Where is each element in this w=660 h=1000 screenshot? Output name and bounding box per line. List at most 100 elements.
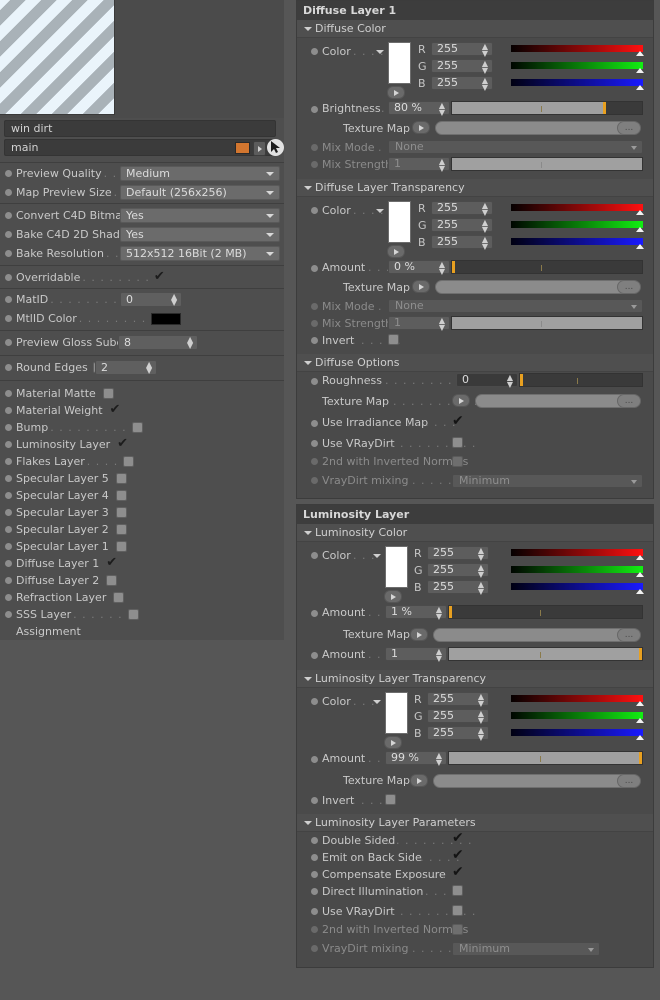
input-r[interactable]: 255 ▲ ▼ [427, 546, 489, 562]
gradient-r[interactable] [511, 204, 643, 211]
spinner-icon[interactable]: ▲ ▼ [436, 752, 442, 767]
toggle-dot-icon[interactable] [311, 106, 318, 113]
layer-toggle-checkbox[interactable] [115, 524, 127, 535]
layer-color-swatch[interactable] [235, 142, 250, 154]
gradient-r[interactable] [511, 695, 643, 702]
gradient-handle-g[interactable] [636, 718, 644, 723]
slider-amount[interactable] [451, 260, 643, 274]
swatch-mtlid-color[interactable] [151, 312, 182, 325]
spinner-icon[interactable]: ▲ ▼ [507, 374, 513, 389]
spinner-icon[interactable]: ▲ ▼ [171, 293, 177, 307]
input-mix-strength[interactable]: 1 ▲ ▼ [388, 157, 450, 173]
combo-preview-quality[interactable]: Medium [120, 166, 280, 181]
expand-color-button[interactable] [387, 86, 405, 99]
spinner-icon[interactable]: ▲ ▼ [482, 236, 488, 251]
toggle-dot-icon[interactable] [5, 231, 12, 238]
gradient-b[interactable] [511, 729, 643, 736]
texture-expand-button[interactable] [412, 280, 430, 293]
gradient-handle-b[interactable] [636, 244, 644, 249]
input-brightness[interactable]: 80 % ▲ ▼ [388, 101, 450, 117]
input-amount[interactable]: 1 % ▲ ▼ [385, 605, 447, 621]
chevron-down-icon[interactable] [376, 50, 384, 54]
layer-toggle-row[interactable]: Specular Layer 3 [0, 504, 284, 521]
input-r[interactable]: 255 ▲ ▼ [431, 201, 493, 217]
layer-toggle-row[interactable]: Refraction Layer [0, 589, 284, 606]
gradient-handle-g[interactable] [636, 572, 644, 577]
slider-handle[interactable] [639, 648, 642, 660]
checkbox-invert[interactable] [385, 794, 396, 805]
section-diffuse-color[interactable]: Diffuse Color [297, 20, 653, 38]
input-r[interactable]: 255 ▲ ▼ [431, 42, 493, 58]
texture-expand-button[interactable] [410, 774, 428, 787]
texture-expand-button[interactable] [452, 394, 470, 407]
input-amount[interactable]: 99 % ▲ ▼ [385, 751, 447, 767]
expand-color-button[interactable] [384, 736, 402, 749]
combo-bake-c4d-2d-shaders[interactable]: Yes [120, 227, 280, 242]
section-luminosity-layer-transparency[interactable]: Luminosity Layer Transparency [297, 670, 653, 688]
toggle-dot-icon[interactable] [5, 364, 12, 371]
layer-toggle-row[interactable]: Specular Layer 5 [0, 470, 284, 487]
input-amount-2[interactable]: 1 ▲ ▼ [385, 647, 447, 663]
input-matid[interactable]: 0 ▲ ▼ [120, 292, 182, 307]
slider-handle[interactable] [603, 102, 606, 114]
layer-toggle-row[interactable]: Luminosity Layer [0, 436, 284, 453]
checkbox-overridable[interactable] [154, 269, 165, 284]
layer-toggle-row[interactable]: Specular Layer 2 [0, 521, 284, 538]
gradient-handle-b[interactable] [636, 735, 644, 740]
slider-amount-2[interactable] [448, 647, 643, 661]
browse-button[interactable]: ... [617, 774, 641, 788]
layer-toggle-row[interactable]: SSS Layer. . . . . . [0, 606, 284, 623]
spinner-icon[interactable]: ▲ ▼ [439, 261, 445, 276]
input-b[interactable]: 255 ▲ ▼ [431, 76, 493, 92]
input-texture-map[interactable] [435, 121, 633, 135]
toggle-dot-icon[interactable] [311, 552, 318, 559]
checkbox-direct-illumination[interactable] [452, 885, 463, 896]
input-preview-gloss-subdivs[interactable]: 8 ▲ ▼ [118, 335, 198, 350]
slider-handle[interactable] [520, 374, 523, 386]
toggle-dot-icon[interactable] [5, 526, 12, 533]
layer-toggle-checkbox[interactable] [115, 473, 127, 484]
spinner-icon[interactable]: ▲ ▼ [187, 336, 193, 350]
dropdown-mix-mode[interactable]: None [388, 299, 643, 313]
toggle-dot-icon[interactable] [311, 610, 318, 617]
spinner-icon[interactable]: ▲ ▼ [482, 43, 488, 58]
combo-bake-resolution[interactable]: 512x512 16Bit (2 MB) [120, 246, 280, 261]
checkbox-compensate-exposure[interactable] [452, 864, 464, 880]
toggle-dot-icon[interactable] [5, 274, 12, 281]
row-overridable[interactable]: Overridable . . . . . . . . [0, 269, 284, 286]
expand-color-button[interactable] [387, 245, 405, 258]
input-g[interactable]: 255 ▲ ▼ [431, 218, 493, 234]
slider-amount[interactable] [448, 751, 643, 765]
spinner-icon[interactable]: ▲ ▼ [482, 77, 488, 92]
spinner-icon[interactable]: ▲ ▼ [482, 202, 488, 217]
chevron-down-icon[interactable] [373, 554, 381, 558]
browse-button[interactable]: ... [617, 394, 641, 408]
checkbox-invert[interactable] [388, 334, 399, 345]
gradient-g[interactable] [511, 62, 643, 69]
input-roughness[interactable]: 0 ▲ ▼ [456, 373, 518, 389]
toggle-dot-icon[interactable] [5, 390, 12, 397]
gradient-g[interactable] [511, 712, 643, 719]
toggle-dot-icon[interactable] [5, 339, 12, 346]
checkbox-inverted-normals[interactable] [452, 456, 463, 467]
toggle-dot-icon[interactable] [311, 698, 318, 705]
checkbox-use-irradiance-map[interactable] [452, 413, 464, 429]
toggle-dot-icon[interactable] [5, 441, 12, 448]
toggle-dot-icon[interactable] [311, 756, 318, 763]
gradient-handle-b[interactable] [636, 85, 644, 90]
layer-toggle-checkbox[interactable] [110, 402, 121, 417]
checkbox-double-sided[interactable] [452, 830, 464, 846]
gradient-handle-r[interactable] [636, 51, 644, 56]
toggle-dot-icon[interactable] [311, 854, 318, 861]
dropdown-vraydirt-mixing[interactable]: Minimum [452, 942, 600, 956]
input-g[interactable]: 255 ▲ ▼ [427, 709, 489, 725]
layer-toggle-checkbox[interactable] [117, 436, 128, 451]
toggle-dot-icon[interactable] [5, 189, 12, 196]
chevron-down-icon[interactable] [376, 209, 384, 213]
gradient-handle-r[interactable] [636, 210, 644, 215]
layer-toggle-row[interactable]: Flakes Layer. . . . [0, 453, 284, 470]
input-texture-map[interactable] [475, 394, 633, 408]
layer-toggle-row[interactable]: Material Weight [0, 402, 284, 419]
slider-handle[interactable] [452, 261, 455, 273]
gradient-g[interactable] [511, 566, 643, 573]
